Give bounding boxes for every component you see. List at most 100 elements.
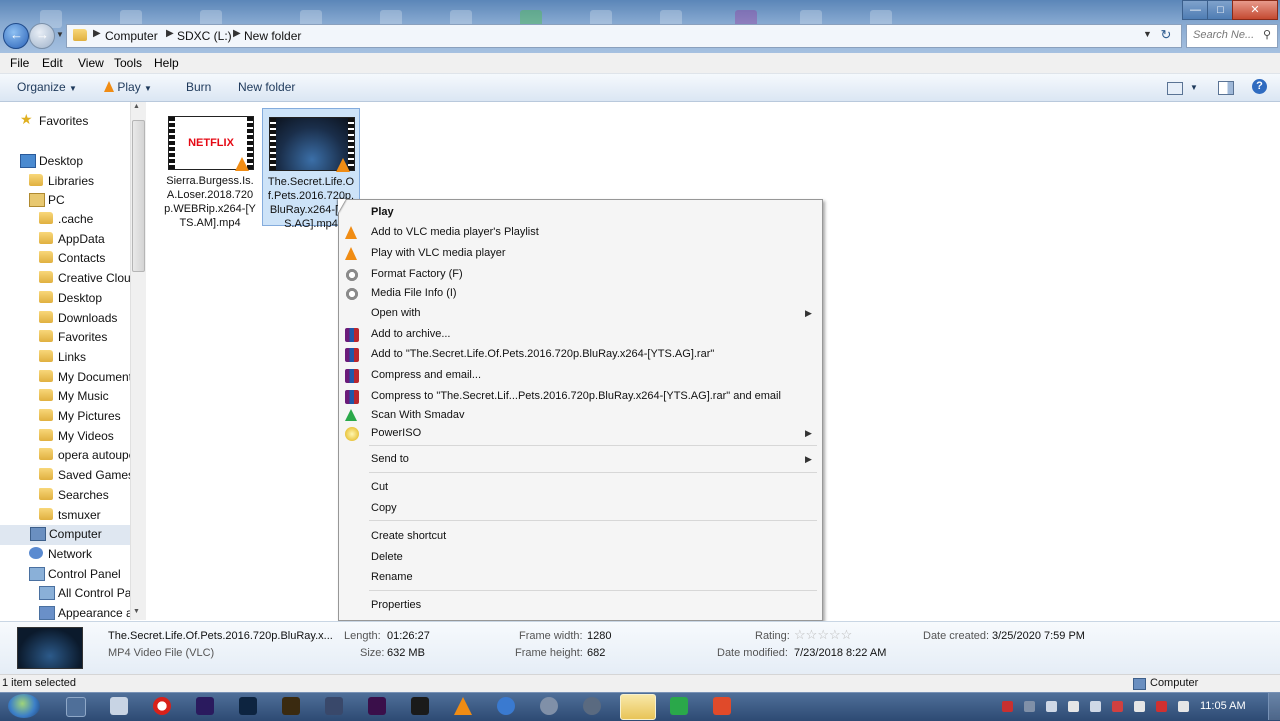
camtasia-icon[interactable] — [670, 697, 688, 715]
tray-icon[interactable] — [1024, 701, 1035, 712]
menu-item-play-vlc[interactable]: Play with VLC media player — [339, 244, 822, 264]
nav-folder-item[interactable]: My Videos — [39, 427, 130, 447]
nav-folder-item[interactable]: Contacts — [39, 249, 130, 269]
play-button[interactable]: Play ▼ — [104, 80, 152, 94]
scroll-up-icon[interactable]: ▲ — [133, 103, 140, 110]
opera-icon[interactable] — [153, 697, 171, 715]
explorer-taskbar-icon[interactable] — [620, 694, 656, 720]
change-view-icon[interactable] — [1167, 82, 1183, 95]
menu-tools[interactable]: Tools — [114, 56, 142, 70]
menu-item-compress-to-email[interactable]: Compress to "The.Secret.Lif...Pets.2016.… — [339, 387, 822, 407]
menu-item-cut[interactable]: Cut — [339, 478, 822, 498]
menu-item-rename[interactable]: Rename — [339, 568, 822, 588]
nav-folder-item[interactable]: opera autoupc — [39, 446, 130, 466]
menu-item-play[interactable]: Play — [339, 203, 822, 223]
menu-item-properties[interactable]: Properties — [339, 596, 822, 616]
star-icon[interactable]: ☆ — [829, 627, 841, 642]
star-icon[interactable]: ☆ — [841, 627, 853, 642]
nav-folder-item[interactable]: tsmuxer — [39, 506, 130, 526]
star-icon[interactable]: ☆ — [806, 627, 818, 642]
nav-folder-item[interactable]: My Music — [39, 387, 130, 407]
tray-icon[interactable] — [1134, 701, 1145, 712]
illustrator-icon[interactable] — [282, 697, 300, 715]
nav-folder-item[interactable]: Saved Games — [39, 466, 130, 486]
after-effects-icon[interactable] — [196, 697, 214, 715]
nav-folder-item[interactable]: My Document — [39, 368, 130, 388]
premiere-icon[interactable] — [368, 697, 386, 715]
nav-favorites[interactable]: ★ Favorites — [20, 112, 130, 132]
breadcrumb-new-folder[interactable]: New folder — [244, 29, 301, 43]
breadcrumb-sdxc[interactable]: SDXC (L:) — [177, 29, 232, 43]
flag-icon[interactable] — [1178, 701, 1189, 712]
recent-pages-dropdown-icon[interactable]: ▼ — [56, 30, 64, 39]
help-icon[interactable]: ? — [1252, 79, 1267, 94]
nav-folder-item[interactable]: AppData — [39, 230, 130, 250]
search-input[interactable]: Search Ne... ⚲ — [1186, 24, 1278, 48]
menu-item-add-to-rar[interactable]: Add to "The.Secret.Life.Of.Pets.2016.720… — [339, 345, 822, 365]
nav-desktop[interactable]: Desktop — [20, 152, 130, 172]
photoshop-icon[interactable] — [239, 697, 257, 715]
nav-pc[interactable]: PC — [29, 191, 130, 211]
vlc-cone-icon[interactable] — [454, 697, 472, 715]
nav-control-panel[interactable]: Control Panel — [29, 565, 130, 585]
nav-libraries[interactable]: Libraries — [29, 172, 130, 192]
volume-icon[interactable] — [1068, 701, 1079, 712]
menu-item-format-factory[interactable]: Format Factory (F) — [339, 265, 822, 285]
app-icon[interactable] — [411, 697, 429, 715]
minimize-button[interactable]: — — [1182, 0, 1209, 20]
star-icon[interactable]: ☆ — [817, 627, 829, 642]
menu-view[interactable]: View — [78, 56, 104, 70]
computer-taskbar-icon[interactable] — [110, 697, 128, 715]
tray-icon[interactable] — [1112, 701, 1123, 712]
burn-button[interactable]: Burn — [186, 80, 211, 94]
breadcrumb-computer[interactable]: Computer — [105, 29, 158, 43]
address-bar[interactable]: ▶ Computer ▶ SDXC (L:) ▶ New folder ▼ — [66, 24, 1182, 48]
tray-icon[interactable] — [1046, 701, 1057, 712]
forward-button[interactable]: → — [29, 23, 55, 49]
show-desktop-button[interactable] — [1268, 693, 1280, 720]
menu-item-send-to[interactable]: Send to ▶ — [339, 450, 822, 470]
breadcrumb-separator-icon[interactable]: ▶ — [93, 28, 101, 39]
menu-item-media-info[interactable]: Media File Info (I) — [339, 284, 822, 304]
file-item[interactable]: NETFLIX Sierra.Burgess.Is.A.Loser.2018.7… — [162, 108, 258, 229]
nav-scrollbar-thumb[interactable] — [132, 120, 145, 272]
network-tray-icon[interactable] — [1090, 701, 1101, 712]
tray-icon[interactable] — [1156, 701, 1167, 712]
nav-computer[interactable]: Computer — [0, 525, 130, 545]
show-desktop-icon[interactable] — [66, 697, 86, 717]
nav-all-control-panel[interactable]: All Control Par — [39, 584, 130, 604]
nav-folder-item[interactable]: Desktop — [39, 289, 130, 309]
menu-item-scan-smadav[interactable]: Scan With Smadav — [339, 406, 822, 426]
nav-folder-item[interactable]: My Pictures — [39, 407, 130, 427]
nav-folder-item[interactable]: Favorites — [39, 328, 130, 348]
menu-file[interactable]: File — [10, 56, 29, 70]
refresh-icon[interactable]: ↻ — [1157, 26, 1175, 44]
nav-folder-item[interactable]: Searches — [39, 486, 130, 506]
start-button[interactable] — [8, 694, 40, 718]
app-icon[interactable] — [325, 697, 343, 715]
nav-folder-item[interactable]: .cache — [39, 210, 130, 230]
menu-item-create-shortcut[interactable]: Create shortcut — [339, 527, 822, 547]
rating-stars[interactable]: ☆☆☆☆☆ — [794, 627, 852, 643]
menu-item-open-with[interactable]: Open with ▶ — [339, 304, 822, 324]
view-dropdown-icon[interactable]: ▼ — [1190, 83, 1198, 92]
clock[interactable]: 11:05 AM — [1200, 700, 1246, 712]
nav-folder-item[interactable]: Downloads — [39, 309, 130, 329]
menu-edit[interactable]: Edit — [42, 56, 63, 70]
menu-item-delete[interactable]: Delete — [339, 548, 822, 568]
menu-item-compress-email[interactable]: Compress and email... — [339, 366, 822, 386]
settings-icon[interactable] — [540, 697, 558, 715]
search-icon[interactable]: ⚲ — [1263, 28, 1271, 41]
recorder-icon[interactable] — [713, 697, 731, 715]
scroll-down-icon[interactable]: ▼ — [133, 608, 140, 615]
organize-button[interactable]: Organize ▼ — [17, 80, 77, 94]
tray-icon[interactable] — [1002, 701, 1013, 712]
new-folder-button[interactable]: New folder — [238, 80, 295, 94]
star-icon[interactable]: ☆ — [794, 627, 806, 642]
preview-pane-icon[interactable] — [1218, 81, 1234, 95]
back-button[interactable]: ← — [3, 23, 29, 49]
menu-item-copy[interactable]: Copy — [339, 499, 822, 519]
menu-help[interactable]: Help — [154, 56, 179, 70]
browser-icon[interactable] — [497, 697, 515, 715]
nav-folder-item[interactable]: Links — [39, 348, 130, 368]
